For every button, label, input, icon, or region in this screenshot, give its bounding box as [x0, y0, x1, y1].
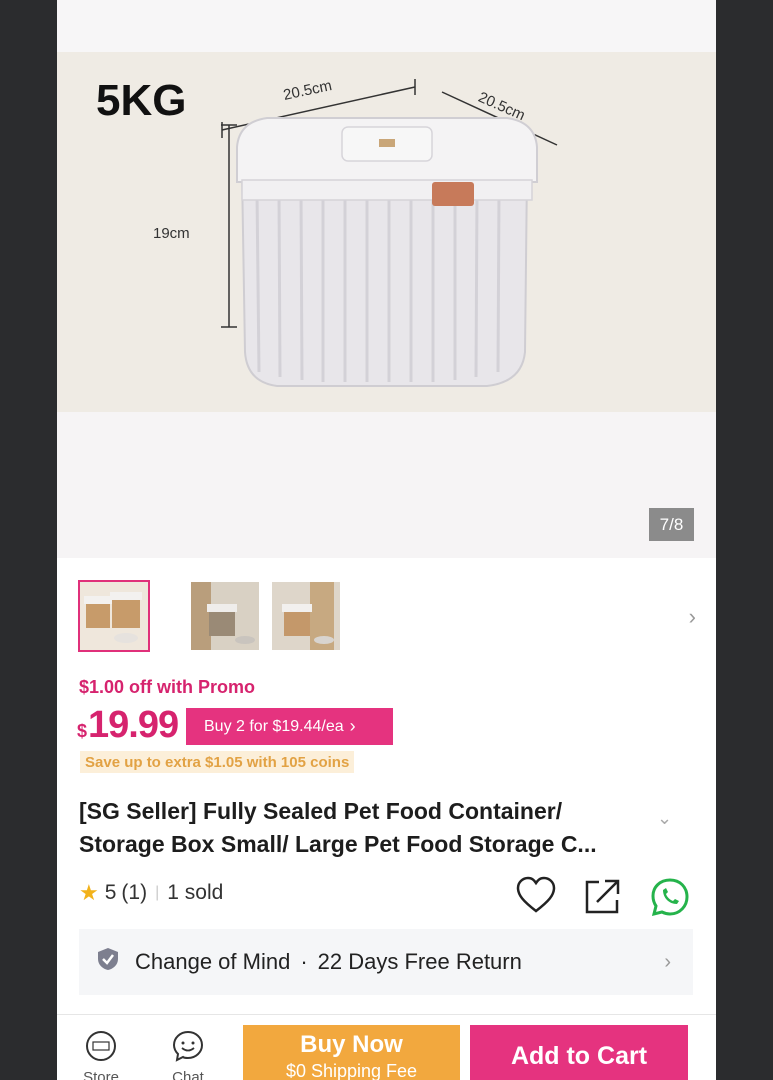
promo-label: $1.00 off with Promo: [79, 677, 256, 697]
phone-screen: 5KG 20.5cm 20.5cm 19cm 7/8 › $1.00 off w…: [57, 0, 716, 1080]
buy-now-label: Buy Now: [300, 1031, 403, 1058]
share-icon[interactable]: [583, 876, 623, 921]
sold-count: 1 sold: [167, 881, 224, 904]
thumbnail-3[interactable]: [272, 582, 340, 650]
chevron-right-icon: ›: [664, 950, 671, 973]
chat-button[interactable]: Chat: [158, 1029, 218, 1080]
buy-now-button[interactable]: Buy Now $0 Shipping Fee: [243, 1025, 460, 1080]
chevron-right-icon: ›: [349, 716, 356, 736]
store-label: Store: [83, 1069, 119, 1080]
rating-count: (1): [121, 881, 148, 904]
product-title: [SG Seller] Fully Sealed Pet Food Contai…: [79, 798, 597, 857]
image-counter: 7/8: [649, 508, 694, 541]
product-image-gallery[interactable]: 5KG 20.5cm 20.5cm 19cm 7/8: [57, 0, 716, 558]
chat-label: Chat: [172, 1069, 204, 1080]
size-label: 5KG: [96, 76, 187, 125]
bundle-deal-button[interactable]: Buy 2 for $19.44/ea ›: [186, 708, 393, 745]
chat-icon: [172, 1030, 204, 1062]
thumbnail-image: [272, 582, 340, 650]
thumbnail-next-chevron-icon[interactable]: ›: [689, 604, 696, 630]
divider: |: [155, 884, 160, 901]
height-dimension-label: 19cm: [153, 225, 190, 242]
add-to-cart-button[interactable]: Add to Cart: [470, 1025, 688, 1080]
star-icon: ★: [79, 880, 99, 905]
thumbnail-1[interactable]: [78, 580, 150, 652]
price-currency: $: [77, 721, 88, 741]
store-button[interactable]: Store: [71, 1029, 131, 1080]
price: $ 19.99: [77, 704, 179, 747]
coins-savings-badge: Save up to extra $1.05 with 105 coins: [80, 751, 355, 773]
return-policy-row[interactable]: Change of Mind · 22 Days Free Return ›: [79, 929, 693, 995]
gallery-top-band: [57, 0, 716, 52]
bottom-action-bar: Store Chat Buy Now $0 Shipping Fee Add t…: [57, 1014, 716, 1080]
thumbnail-2[interactable]: [191, 582, 259, 650]
rating-row[interactable]: ★ 5 (1) | 1 sold: [79, 880, 223, 906]
policy-detail: 22 Days Free Return: [317, 949, 522, 974]
product-actions: [515, 876, 695, 917]
add-to-cart-label: Add to Cart: [510, 1041, 648, 1070]
buy-now-sublabel: $0 Shipping Fee: [285, 1061, 418, 1080]
policy-separator: ·: [300, 949, 308, 974]
product-photo[interactable]: 5KG 20.5cm 20.5cm 19cm: [57, 52, 716, 412]
price-amount: 19.99: [88, 704, 179, 746]
thumbnail-strip: ›: [78, 580, 698, 654]
whatsapp-icon[interactable]: [649, 876, 691, 923]
thumbnail-image: [80, 582, 148, 650]
rating-score: 5: [104, 881, 117, 904]
shield-check-icon: [97, 947, 119, 977]
bundle-deal-label: Buy 2 for $19.44/ea: [204, 717, 344, 735]
thumbnail-image: [191, 582, 259, 650]
expand-title-chevron-icon[interactable]: ⌄: [657, 808, 672, 829]
policy-name: Change of Mind: [135, 949, 291, 974]
store-icon: [86, 1031, 116, 1061]
heart-icon[interactable]: [515, 876, 557, 921]
